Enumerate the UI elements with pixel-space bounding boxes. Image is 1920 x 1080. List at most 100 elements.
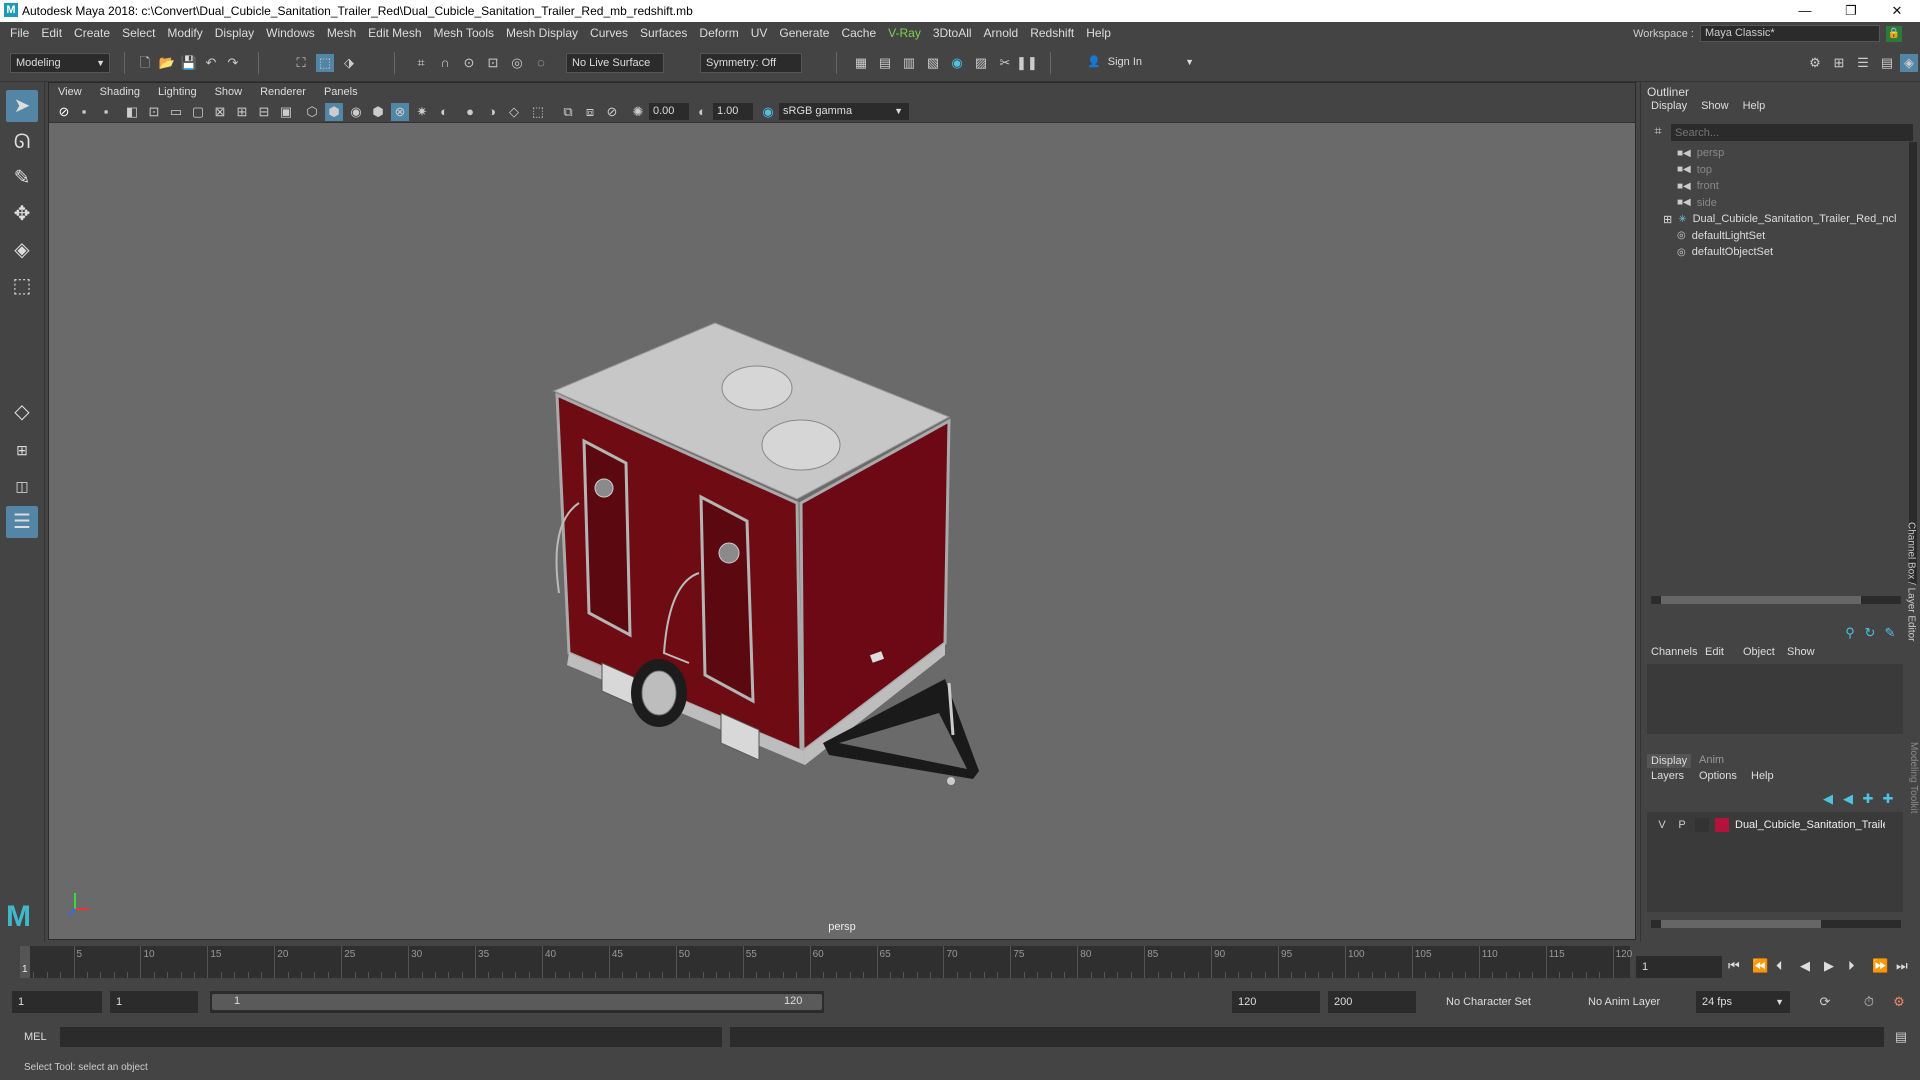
channel-box-icon[interactable]: ▤ [1878, 54, 1896, 72]
xray-active-icon[interactable]: ⧈ [581, 103, 599, 121]
menu-modify[interactable]: Modify [161, 26, 208, 40]
pause-render-icon[interactable]: ❚❚ [1016, 54, 1038, 72]
menu-windows[interactable]: Windows [260, 26, 321, 40]
close-button[interactable]: ✕ [1874, 0, 1920, 22]
scene-start-field[interactable]: 1 [12, 991, 102, 1013]
go-to-start-icon[interactable]: ⏮ [1728, 958, 1740, 974]
symmetry-dropdown[interactable]: Symmetry: Off [700, 53, 802, 73]
options-menu[interactable]: Options [1699, 770, 1737, 782]
script-editor-icon[interactable]: ▤ [1892, 1028, 1910, 1046]
grid-toggle-icon[interactable]: ⊡ [145, 103, 163, 121]
sign-in-button[interactable]: 👤 Sign In ▼ [1082, 53, 1198, 73]
outliner-menu-show[interactable]: Show [1701, 100, 1729, 112]
redo-icon[interactable]: ↷ [224, 54, 242, 72]
color-management-icon[interactable]: ◉ [759, 103, 777, 121]
step-forward-key-icon[interactable]: ⏩ [1872, 958, 1888, 974]
backface-culling-icon[interactable]: ⊘ [603, 103, 621, 121]
outliner-layout-icon[interactable]: ☰ [6, 506, 38, 538]
panel-menu-renderer[interactable]: Renderer [251, 86, 315, 98]
panel-menu-panels[interactable]: Panels [315, 86, 367, 98]
outliner-item[interactable]: ■◀ top [1677, 161, 1712, 179]
menu-mesh[interactable]: Mesh [321, 26, 362, 40]
outliner-item[interactable]: ■◀ front [1677, 177, 1719, 195]
film-gate-icon[interactable]: ▭ [167, 103, 185, 121]
move-layer-up-icon[interactable]: ◀ [1819, 790, 1837, 808]
snap-point-icon[interactable]: ⊙ [460, 54, 478, 72]
menu-display[interactable]: Display [209, 26, 260, 40]
viewport-panel[interactable]: View Shading Lighting Show Renderer Panels ⊘ … [48, 82, 1636, 940]
rotate-tool-icon[interactable]: ◈ [6, 234, 38, 266]
menu-create[interactable]: Create [68, 26, 116, 40]
menu-select[interactable]: Select [116, 26, 161, 40]
exposure-icon[interactable]: ✺ [629, 103, 647, 121]
menu-cache[interactable]: Cache [835, 26, 882, 40]
panel-menu-shading[interactable]: Shading [91, 86, 149, 98]
character-set-dropdown[interactable]: No Character Set [1440, 991, 1576, 1013]
scene-end-field[interactable]: 200 [1328, 991, 1416, 1013]
time-ruler[interactable]: 1 5 10 15 20 25 30 35 40 45 50 55 60 65 70 75 80 85 90 95 1… [20, 946, 1632, 978]
outliner-item[interactable]: ◎ defaultLightSet [1677, 227, 1765, 245]
new-layer-selected-icon[interactable]: ✚ [1879, 790, 1897, 808]
play-backwards-icon[interactable]: ◀ [1800, 958, 1810, 974]
mel-label[interactable]: MEL [24, 1031, 47, 1043]
lights-icon[interactable]: ✷ [413, 103, 431, 121]
outliner-menu-display[interactable]: Display [1651, 100, 1687, 112]
menu-v-ray[interactable]: V-Ray [882, 26, 927, 40]
menuset-dropdown[interactable]: Modeling ▼ [10, 53, 110, 73]
select-component-icon[interactable]: ⬗ [340, 54, 358, 72]
panel-menu-lighting[interactable]: Lighting [149, 86, 206, 98]
layer-row[interactable]: V P Dual_Cubicle_Sanitation_Traile [1647, 816, 1903, 834]
playback-end-field[interactable]: 120 [1232, 991, 1320, 1013]
redshift-render-icon[interactable]: ✂ [996, 54, 1014, 72]
menu-edit[interactable]: Edit [35, 26, 68, 40]
layer-hscrollbar[interactable] [1651, 920, 1901, 928]
menu-3dtoall[interactable]: 3DtoAll [927, 26, 978, 40]
maximize-button[interactable]: ❐ [1828, 0, 1874, 22]
menu-arnold[interactable]: Arnold [978, 26, 1025, 40]
menu-generate[interactable]: Generate [773, 26, 835, 40]
menu-deform[interactable]: Deform [693, 26, 744, 40]
outliner-hscrollbar[interactable] [1651, 596, 1901, 604]
loop-icon[interactable]: ⟳ [1816, 993, 1834, 1011]
view-transform-dropdown[interactable]: sRGB gamma ▼ [779, 103, 909, 120]
resolution-gate-icon[interactable]: ▢ [189, 103, 207, 121]
range-slider[interactable]: 1 120 [210, 991, 824, 1013]
menu-mesh-display[interactable]: Mesh Display [500, 26, 584, 40]
outliner-search-input[interactable] [1671, 124, 1913, 141]
xray-joints-icon[interactable]: ⧉ [559, 103, 577, 121]
bookmark-icon[interactable]: ▪ [97, 103, 115, 121]
isolate-select-icon[interactable]: ⬚ [529, 103, 547, 121]
exposure-field[interactable]: 0.00 [649, 103, 689, 120]
save-scene-icon[interactable]: 💾 [180, 54, 198, 72]
select-object-icon[interactable]: ⬚ [316, 54, 334, 72]
undo-icon[interactable]: ↶ [202, 54, 220, 72]
layer-name[interactable]: Dual_Cubicle_Sanitation_Traile [1735, 819, 1885, 831]
smooth-shade-icon[interactable]: ⬢ [325, 103, 343, 121]
snap-curve-icon[interactable]: ∩ [436, 54, 454, 72]
lasso-tool-icon[interactable]: ᘏ [6, 126, 38, 158]
shadows-icon[interactable]: ◐ [435, 103, 453, 121]
paint-select-tool-icon[interactable]: ✎ [6, 162, 38, 194]
menu-curves[interactable]: Curves [584, 26, 634, 40]
textured-icon[interactable]: ◉ [347, 103, 365, 121]
move-tool-icon[interactable]: ✥ [6, 198, 38, 230]
channels-menu[interactable]: Channels [1651, 646, 1697, 658]
wireframe-icon[interactable]: ⬡ [303, 103, 321, 121]
minimize-button[interactable]: — [1782, 0, 1828, 22]
show-menu[interactable]: Show [1787, 646, 1815, 658]
side-tab-channel-box[interactable]: Channel Box / Layer Editor [1903, 522, 1919, 722]
menu-redshift[interactable]: Redshift [1024, 26, 1080, 40]
go-to-end-icon[interactable]: ⏭ [1896, 958, 1908, 974]
playback-start-field[interactable]: 1 [110, 991, 198, 1013]
render-sequence-icon[interactable]: ▤ [876, 54, 894, 72]
scale-tool-icon[interactable]: ⬚ [6, 270, 38, 302]
channel-edit-icon[interactable]: ✎ [1881, 624, 1899, 642]
expand-icon[interactable]: ⊞ [1663, 213, 1672, 226]
layers-menu[interactable]: Layers [1651, 770, 1684, 782]
gamma-icon[interactable]: ◐ [693, 103, 711, 121]
channel-sync-icon[interactable]: ↻ [1861, 624, 1879, 642]
single-view-icon[interactable]: ◇ [6, 396, 38, 428]
ipr-render-icon[interactable]: ▥ [900, 54, 918, 72]
scene-canvas[interactable] [49, 123, 1635, 939]
gamma-field[interactable]: 1.00 [713, 103, 753, 120]
